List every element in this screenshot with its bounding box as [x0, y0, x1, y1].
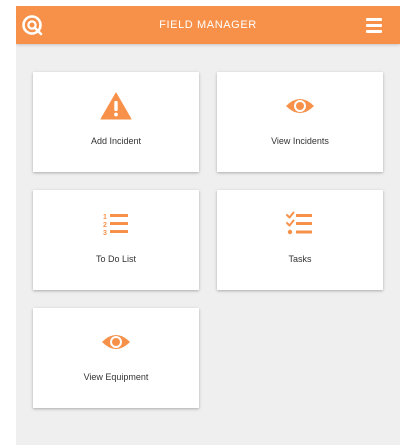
to-do-list-label: To Do List: [95, 254, 137, 264]
svg-text:3: 3: [103, 230, 107, 237]
hamburger-menu-icon[interactable]: [366, 17, 382, 33]
top-app-bar: FIELD MANAGER: [16, 6, 400, 44]
view-incidents-tile[interactable]: View Incidents: [217, 72, 383, 172]
add-incident-label: Add Incident: [90, 136, 142, 146]
tasks-tile[interactable]: Tasks: [217, 190, 383, 290]
app-screen: FIELD MANAGER Add Incident View Incident…: [16, 6, 400, 445]
add-incident-tile[interactable]: Add Incident: [33, 72, 199, 172]
tasks-label: Tasks: [288, 254, 312, 264]
view-equipment-label: View Equipment: [83, 372, 149, 382]
svg-text:1: 1: [103, 214, 107, 221]
svg-text:2: 2: [103, 222, 107, 229]
warning-icon: [100, 92, 132, 120]
app-title: FIELD MANAGER: [159, 19, 257, 31]
checklist-icon: [286, 211, 312, 235]
eye-icon: [102, 335, 130, 349]
numbered-list-icon: 1 2 3: [103, 214, 128, 237]
view-equipment-tile[interactable]: View Equipment: [33, 308, 199, 408]
to-do-list-tile[interactable]: 1 2 3 To Do List: [33, 190, 199, 290]
view-incidents-label: View Incidents: [271, 136, 329, 146]
eye-icon: [286, 99, 314, 113]
